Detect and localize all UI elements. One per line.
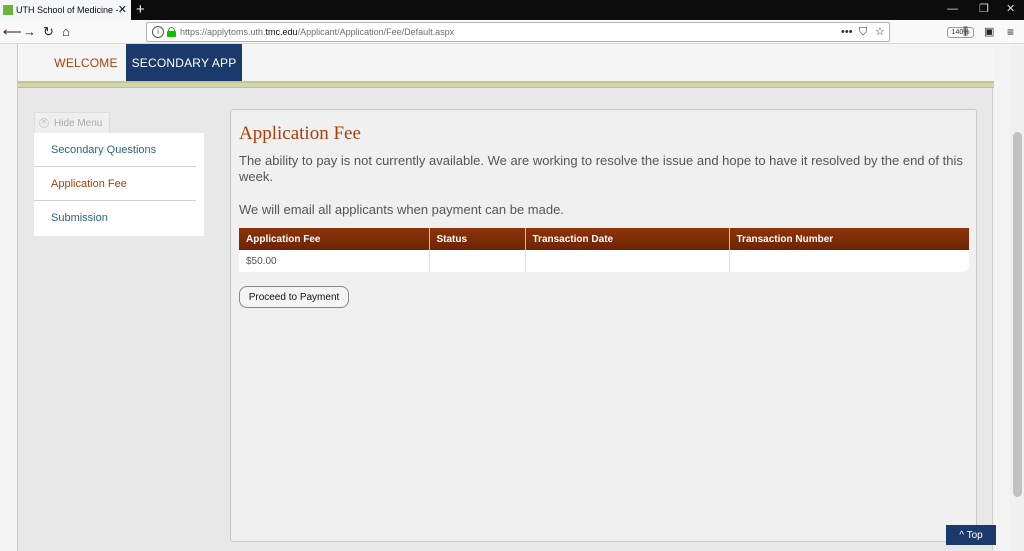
home-icon[interactable]: ⌂ xyxy=(62,24,70,40)
tab-close-icon[interactable]: ✕ xyxy=(118,3,127,17)
column-header: Application Fee xyxy=(239,228,430,250)
column-header: Transaction Date xyxy=(525,228,730,250)
hide-menu-label: Hide Menu xyxy=(54,117,103,129)
browser-tab-bar: UTH School of Medicine - Appl ✕ + — ❐ ✕ xyxy=(0,0,1024,20)
email-paragraph: We will email all applicants when paymen… xyxy=(239,202,564,217)
scrollbar-thumb[interactable] xyxy=(1013,132,1022,497)
top-nav: WELCOME SECONDARY APP xyxy=(18,44,994,81)
tab-title: UTH School of Medicine - Appl xyxy=(16,5,121,15)
fee-table: Application Fee Status Transaction Date … xyxy=(239,228,969,272)
notice-paragraph: The ability to pay is not currently avai… xyxy=(239,153,963,184)
column-header: Transaction Number xyxy=(729,228,969,250)
header-divider xyxy=(18,81,994,88)
hide-menu-button[interactable]: ✕ Hide Menu xyxy=(34,112,110,133)
sidebar-item-application-fee[interactable]: Application Fee xyxy=(34,167,196,201)
new-tab-icon[interactable]: + xyxy=(136,1,145,18)
pocket-icon[interactable]: ⛉ xyxy=(859,25,867,39)
proceed-to-payment-button[interactable]: Proceed to Payment xyxy=(239,286,349,308)
sidebar-menu: Secondary Questions Application Fee Subm… xyxy=(34,133,204,236)
back-icon[interactable]: ⟵ xyxy=(3,24,22,40)
table-header-row: Application Fee Status Transaction Date … xyxy=(239,228,969,250)
table-cell: $50.00 xyxy=(239,250,430,272)
sidebar-icon[interactable]: ▣ xyxy=(984,24,994,40)
more-icon[interactable]: ••• xyxy=(841,25,853,39)
page-title: Application Fee xyxy=(239,123,361,144)
table-cell xyxy=(525,250,730,272)
close-icon: ✕ xyxy=(39,118,49,128)
bookmark-star-icon[interactable]: ☆ xyxy=(875,25,885,39)
address-bar[interactable]: i https://applytoms.uth.tmc.edu/Applican… xyxy=(146,22,974,42)
main-content: Application Fee The ability to pay is no… xyxy=(230,109,977,542)
favicon-icon xyxy=(3,5,13,15)
browser-nav-bar: ⟵ → ↻ ⌂ i https://applytoms.uth.tmc.edu/… xyxy=(0,20,1024,44)
info-icon[interactable]: i xyxy=(152,26,164,38)
table-cell xyxy=(429,250,526,272)
menu-icon[interactable]: ≡ xyxy=(1007,24,1014,40)
forward-icon[interactable]: → xyxy=(23,24,36,40)
sidebar-item-submission[interactable]: Submission xyxy=(34,201,196,235)
sidebar-item-secondary-questions[interactable]: Secondary Questions xyxy=(34,133,196,167)
zoom-level[interactable]: 140% xyxy=(947,27,974,38)
reload-icon[interactable]: ↻ xyxy=(43,24,54,40)
nav-secondary-app[interactable]: SECONDARY APP xyxy=(126,44,242,81)
browser-tab[interactable]: UTH School of Medicine - Appl ✕ xyxy=(0,0,131,20)
nav-welcome[interactable]: WELCOME xyxy=(46,44,126,81)
url-text: https://applytoms.uth.tmc.edu/Applicant/… xyxy=(180,27,455,37)
page-body: WELCOME SECONDARY APP ✕ Hide Menu Second… xyxy=(17,44,994,551)
scrollbar[interactable] xyxy=(1010,44,1024,551)
minimize-icon[interactable]: — xyxy=(947,2,958,17)
restore-icon[interactable]: ❐ xyxy=(979,2,989,17)
library-icon[interactable]: ⫼ xyxy=(963,24,968,40)
column-header: Status xyxy=(429,228,526,250)
back-to-top-button[interactable]: ^ Top xyxy=(946,525,996,545)
table-row: $50.00 xyxy=(239,250,969,272)
lock-icon xyxy=(167,27,176,37)
window-close-icon[interactable]: ✕ xyxy=(1006,2,1015,17)
table-cell xyxy=(729,250,969,272)
